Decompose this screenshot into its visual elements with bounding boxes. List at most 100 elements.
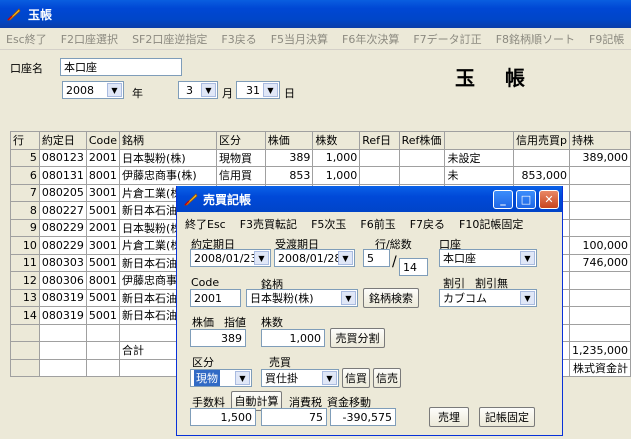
table-cell[interactable] [568,183,631,202]
table-cell[interactable] [398,166,446,185]
table-cell[interactable] [568,288,631,307]
table-cell[interactable] [512,148,570,167]
col-header[interactable]: Ref日 [359,131,400,150]
chevron-down-icon[interactable]: ▼ [341,291,356,305]
table-cell[interactable]: 080319 [38,306,87,325]
dlg-menu-back[interactable]: F7戻る [410,216,445,232]
table-cell[interactable]: 080123 [38,148,87,167]
table-cell[interactable]: 080131 [38,166,87,185]
menu-account-select[interactable]: F2口座選択 [61,31,118,47]
settle-date-select[interactable]: 2008/01/28 ▼ [274,249,355,267]
total-field[interactable]: 14 [399,258,428,276]
table-cell[interactable] [10,323,40,342]
table-cell[interactable]: 080306 [38,271,87,290]
col-header[interactable]: 信用売買p [512,131,570,150]
fee-field[interactable]: 1,500 [190,408,256,426]
col-header[interactable]: 行 [10,131,40,150]
chevron-down-icon[interactable]: ▼ [338,251,353,265]
qty-field[interactable]: 1,000 [261,329,325,347]
menu-data-fix[interactable]: F7データ訂正 [413,31,481,47]
col-header[interactable]: 持株 [568,131,631,150]
table-cell[interactable]: 5001 [85,201,121,220]
menu-exit[interactable]: Esc終了 [6,31,47,47]
fund-field[interactable]: -390,575 [330,408,396,426]
chevron-down-icon[interactable]: ▼ [235,371,250,385]
table-cell[interactable]: 2001 [85,148,121,167]
kind-select[interactable]: 現物 ▼ [190,369,252,387]
table-cell[interactable]: 080303 [38,253,87,272]
table-cell[interactable]: 10 [10,236,40,255]
table-cell[interactable]: 3001 [85,183,121,202]
chevron-down-icon[interactable]: ▼ [520,251,535,265]
sell-close-button[interactable]: 売埋 [429,407,469,427]
col-header[interactable]: Code [85,131,121,150]
split-trade-button[interactable]: 売買分割 [330,328,385,348]
table-cell[interactable] [568,271,631,290]
dlg-menu-next[interactable]: F5次玉 [311,216,346,232]
table-cell[interactable]: 080319 [38,288,87,307]
table-cell[interactable]: 100,000 [568,236,631,255]
table-cell[interactable]: 2001 [85,218,121,237]
day-select[interactable]: 31 ▼ [236,81,280,99]
price-field[interactable]: 389 [190,329,246,347]
table-cell[interactable] [85,341,121,360]
menu-year-settle[interactable]: F6年次決算 [342,31,399,47]
table-cell[interactable] [10,358,40,377]
table-cell[interactable]: 080227 [38,201,87,220]
limit-label[interactable]: 指値 [224,314,246,330]
table-row[interactable]: 5 080123 2001 日本製粉(株) 現物買 389 1,000 未設定 389,000 [10,148,631,167]
table-cell[interactable]: 1,000 [312,166,361,185]
dlg-menu-fix[interactable]: F10記帳固定 [459,216,523,232]
table-cell[interactable]: 14 [10,306,40,325]
col-header[interactable]: 銘柄 [119,131,218,150]
menu-record[interactable]: F9記帳 [589,31,624,47]
table-cell[interactable]: 3001 [85,236,121,255]
table-cell[interactable]: 080229 [38,218,87,237]
table-cell[interactable]: 未設定 [444,148,514,167]
table-cell[interactable]: 5001 [85,306,121,325]
table-cell[interactable] [359,148,400,167]
table-cell[interactable]: 389 [264,148,314,167]
col-header[interactable]: 株価 [264,131,314,150]
table-cell[interactable] [568,218,631,237]
credit-buy-button[interactable]: 信買 [342,368,370,388]
menu-sort[interactable]: F8銘柄順ソート [496,31,575,47]
trade-select[interactable]: 買仕掛 ▼ [261,369,339,387]
table-cell[interactable] [38,358,87,377]
account-select[interactable]: 本口座 ▼ [439,249,537,267]
table-cell[interactable]: 株式資金計 [568,358,631,377]
account-name-field[interactable]: 本口座 [60,58,182,76]
credit-sell-button[interactable]: 信売 [373,368,401,388]
table-cell[interactable]: 7 [10,183,40,202]
table-row[interactable]: 6 080131 8001 伊藤忠商事(株) 信用買 853 1,000 未 853,000 [10,166,631,185]
table-cell[interactable]: 853 [264,166,314,185]
table-cell[interactable]: 080205 [38,183,87,202]
table-cell[interactable] [38,323,87,342]
minimize-button[interactable]: _ [493,190,513,209]
menu-month-settle[interactable]: F5当月決算 [271,31,328,47]
brand-select[interactable]: 日本製粉(株) ▼ [246,289,358,307]
row-field[interactable]: 5 [363,249,390,267]
table-cell[interactable]: 389,000 [568,148,631,167]
dlg-menu-exit[interactable]: 終了Esc [185,216,226,232]
table-cell[interactable]: 13 [10,288,40,307]
col-header[interactable]: Ref株価 [398,131,446,150]
brand-search-button[interactable]: 銘柄検索 [363,288,419,308]
table-cell[interactable]: 746,000 [568,253,631,272]
table-cell[interactable] [568,166,631,185]
table-cell[interactable] [85,358,121,377]
chevron-down-icon[interactable]: ▼ [520,291,535,305]
table-cell[interactable] [38,341,87,360]
chevron-down-icon[interactable]: ▼ [322,371,337,385]
table-cell[interactable]: 853,000 [512,166,570,185]
close-button[interactable]: ✕ [539,190,559,209]
table-cell[interactable]: 9 [10,218,40,237]
dlg-menu-prev[interactable]: F6前玉 [360,216,395,232]
table-cell[interactable] [359,166,400,185]
table-cell[interactable]: 6 [10,166,40,185]
month-select[interactable]: 3 ▼ [178,81,218,99]
chevron-down-icon[interactable]: ▼ [254,251,269,265]
tax-field[interactable]: 75 [261,408,327,426]
table-cell[interactable]: 1,000 [312,148,361,167]
table-cell[interactable]: 現物買 [216,148,266,167]
